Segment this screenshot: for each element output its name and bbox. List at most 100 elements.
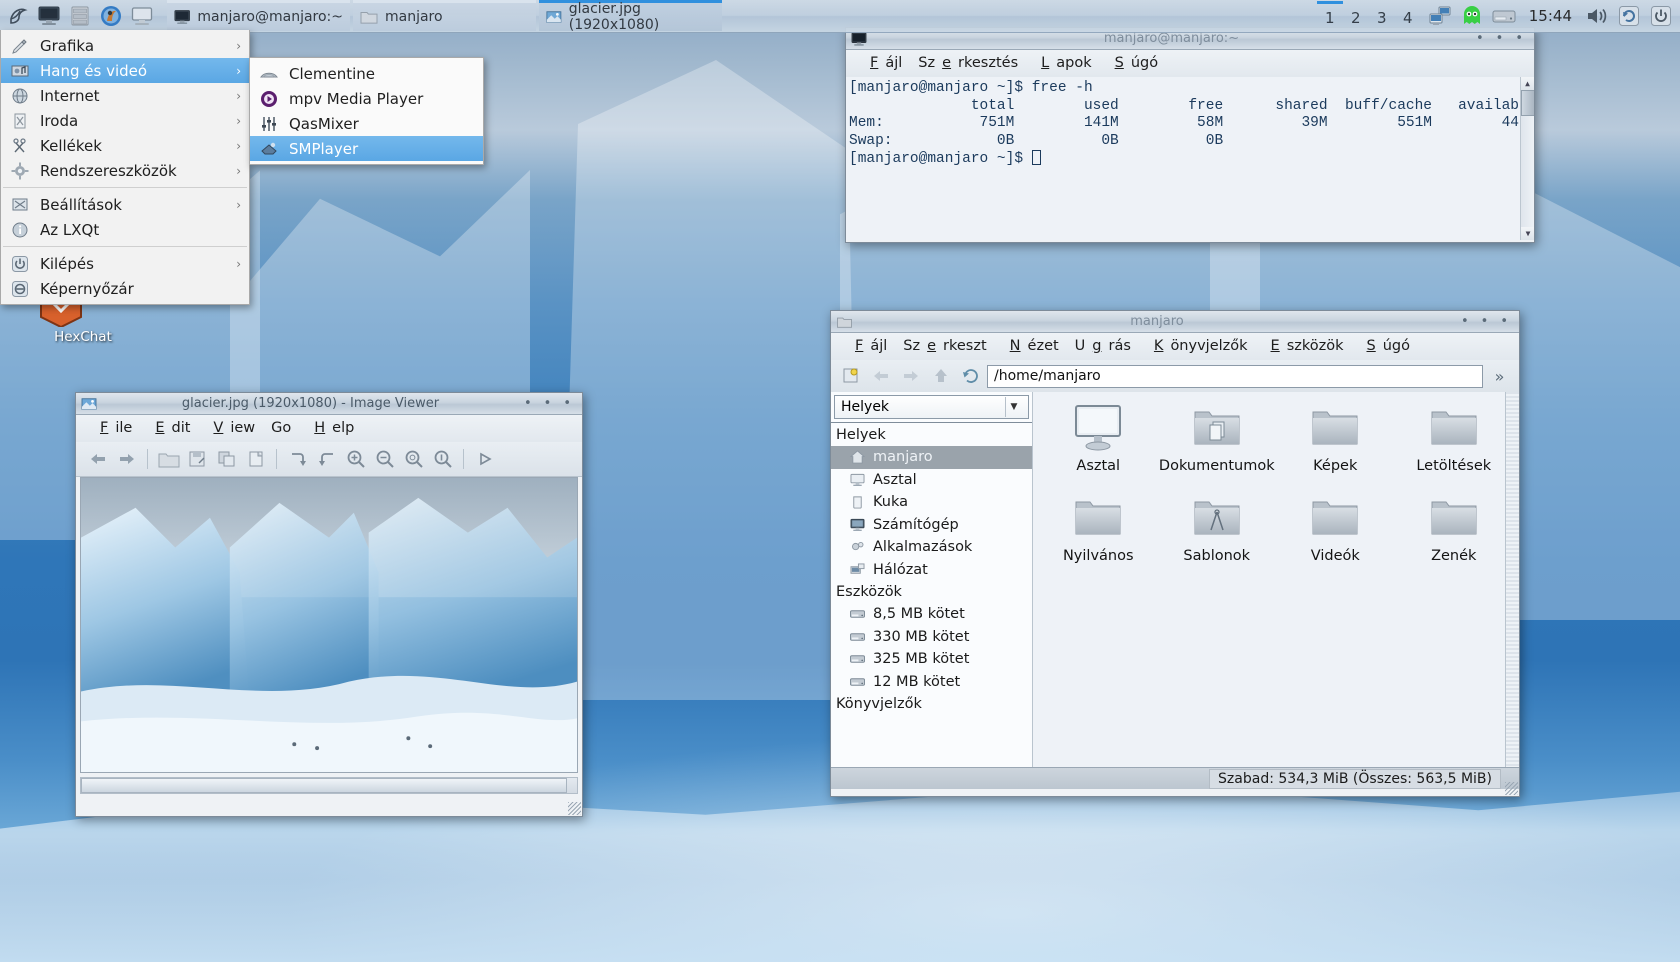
- close-button[interactable]: •: [563, 397, 571, 410]
- file-item-sablonok[interactable]: Sablonok: [1158, 492, 1277, 564]
- place-item-volume-4[interactable]: 12 MB kötet: [831, 671, 1032, 694]
- submenu-item-smplayer[interactable]: SMPlayer: [250, 136, 483, 161]
- file-item-asztal[interactable]: Asztal: [1039, 402, 1158, 474]
- viewer-menu-help[interactable]: Help: [300, 418, 361, 438]
- file-item-letoltesek[interactable]: Letöltések: [1395, 402, 1514, 474]
- menu-item-kepernyozar[interactable]: Képernyőzár: [1, 276, 249, 301]
- ghost-icon[interactable]: [1459, 3, 1485, 29]
- back-button[interactable]: [867, 364, 894, 388]
- viewer-titlebar[interactable]: glacier.jpg (1920x1080) - Image Viewer •…: [76, 393, 582, 415]
- file-item-zenek[interactable]: Zenék: [1395, 492, 1514, 564]
- sidebar-mode-combo[interactable]: Helyek ▼: [834, 395, 1029, 419]
- clock[interactable]: 15:44: [1523, 7, 1578, 25]
- forward-button[interactable]: [113, 447, 140, 471]
- menu-item-iroda[interactable]: Iroda ›: [1, 108, 249, 133]
- submenu-item-mpv[interactable]: mpv Media Player: [250, 86, 483, 111]
- power-icon[interactable]: [1648, 3, 1674, 29]
- place-item-halozat[interactable]: Hálózat: [831, 559, 1032, 582]
- lxqt-menu-button[interactable]: [3, 2, 32, 31]
- fm-menu-szerkeszt[interactable]: Sz e rkeszt: [896, 336, 993, 356]
- image-canvas[interactable]: [80, 477, 578, 773]
- show-desktop-button[interactable]: [34, 2, 63, 31]
- menu-item-hang-es-video[interactable]: Hang és videó ›: [1, 58, 249, 83]
- place-item-alkalmazasok[interactable]: Alkalmazások: [831, 536, 1032, 559]
- fm-menu-konyvjelzok[interactable]: Könyvjelzők: [1140, 336, 1255, 356]
- viewer-horizontal-scrollbar[interactable]: [80, 777, 578, 794]
- firefox-launcher[interactable]: [96, 2, 125, 31]
- resize-grip[interactable]: [568, 802, 581, 815]
- new-tab-button[interactable]: [837, 364, 864, 388]
- submenu-item-clementine[interactable]: Clementine: [250, 61, 483, 86]
- path-go-button[interactable]: »: [1486, 364, 1513, 388]
- terminal-scrollbar[interactable]: ▲ ▼: [1520, 77, 1534, 240]
- slideshow-button[interactable]: [471, 447, 498, 471]
- display-launcher[interactable]: [127, 2, 156, 31]
- rotate-right-button[interactable]: [284, 447, 311, 471]
- scrollbar-thumb[interactable]: [81, 778, 568, 793]
- resize-grip[interactable]: [1505, 782, 1518, 795]
- minimize-button[interactable]: •: [1461, 315, 1469, 328]
- place-item-asztal[interactable]: Asztal: [831, 469, 1032, 492]
- minimize-button[interactable]: •: [1476, 32, 1484, 45]
- menu-item-internet[interactable]: Internet ›: [1, 83, 249, 108]
- scrollbar-thumb[interactable]: [1521, 90, 1534, 116]
- menu-item-grafika[interactable]: Grafika ›: [1, 33, 249, 58]
- fm-titlebar[interactable]: manjaro • • •: [831, 311, 1519, 333]
- terminal-menu-fajl[interactable]: Fájl: [856, 53, 909, 73]
- fm-menu-eszkozok[interactable]: Eszközök: [1257, 336, 1351, 356]
- file-item-videok[interactable]: Videók: [1276, 492, 1395, 564]
- place-item-manjaro[interactable]: manjaro: [831, 446, 1032, 469]
- terminal-menu-szerkesztes[interactable]: Sz e rkesztés: [911, 53, 1025, 73]
- scroll-up-icon[interactable]: ▲: [1521, 77, 1534, 90]
- zoom-out-button[interactable]: [371, 447, 398, 471]
- menu-item-beallitasok[interactable]: Beállítások ›: [1, 192, 249, 217]
- path-input[interactable]: /home/manjaro: [987, 364, 1483, 388]
- menu-item-kellekek[interactable]: Kellékek ›: [1, 133, 249, 158]
- place-item-volume-3[interactable]: 325 MB kötet: [831, 648, 1032, 671]
- rotate-left-button[interactable]: [313, 447, 340, 471]
- file-manager-launcher[interactable]: [65, 2, 94, 31]
- save-as-button[interactable]: [184, 447, 211, 471]
- up-button[interactable]: [927, 364, 954, 388]
- zoom-fit-button[interactable]: [400, 447, 427, 471]
- viewer-menu-view[interactable]: View: [199, 418, 262, 438]
- maximize-button[interactable]: •: [1496, 32, 1504, 45]
- zoom-original-button[interactable]: [429, 447, 456, 471]
- task-button-filemanager[interactable]: manjaro: [353, 0, 536, 31]
- menu-item-rendszereszkozok[interactable]: Rendszereszközök ›: [1, 158, 249, 183]
- minimize-button[interactable]: •: [524, 397, 532, 410]
- file-item-nyilvanos[interactable]: Nyilvános: [1039, 492, 1158, 564]
- terminal-menu-sugo[interactable]: Súgó: [1101, 53, 1165, 73]
- disk-icon[interactable]: [1491, 3, 1517, 29]
- place-item-kuka[interactable]: Kuka: [831, 491, 1032, 514]
- terminal-output[interactable]: [manjaro@manjaro ~]$ free -h total used …: [846, 77, 1534, 240]
- scroll-down-icon[interactable]: ▼: [1521, 227, 1534, 240]
- file-item-kepek[interactable]: Képek: [1276, 402, 1395, 474]
- maximize-button[interactable]: •: [544, 397, 552, 410]
- forward-button[interactable]: [897, 364, 924, 388]
- copy-button[interactable]: [213, 447, 240, 471]
- open-folder-button[interactable]: [155, 447, 182, 471]
- desktop-button-3[interactable]: 3: [1369, 1, 1395, 32]
- maximize-button[interactable]: •: [1481, 315, 1489, 328]
- network-icon[interactable]: [1427, 3, 1453, 29]
- fm-menu-fajl[interactable]: Fájl: [841, 336, 894, 356]
- menu-item-kilepes[interactable]: Kilépés ›: [1, 251, 249, 276]
- submenu-item-qasmixer[interactable]: QasMixer: [250, 111, 483, 136]
- task-button-imageviewer[interactable]: glacier.jpg (1920x1080): [539, 0, 722, 33]
- place-item-szamitogep[interactable]: Számítógép: [831, 514, 1032, 537]
- desktop-button-1[interactable]: 1: [1316, 0, 1343, 32]
- viewer-menu-edit[interactable]: Edit: [141, 418, 197, 438]
- desktop-button-2[interactable]: 2: [1343, 1, 1369, 32]
- update-icon[interactable]: [1616, 3, 1642, 29]
- desktop-button-4[interactable]: 4: [1395, 1, 1421, 32]
- fm-scrollbar[interactable]: [1505, 392, 1519, 767]
- zoom-in-button[interactable]: [342, 447, 369, 471]
- close-button[interactable]: •: [1515, 32, 1523, 45]
- volume-icon[interactable]: [1584, 3, 1610, 29]
- close-button[interactable]: •: [1500, 315, 1508, 328]
- place-item-volume-2[interactable]: 330 MB kötet: [831, 626, 1032, 649]
- task-button-terminal[interactable]: manjaro@manjaro:~: [167, 0, 350, 31]
- viewer-menu-go[interactable]: Go: [264, 418, 298, 438]
- file-item-dokumentumok[interactable]: Dokumentumok: [1158, 402, 1277, 474]
